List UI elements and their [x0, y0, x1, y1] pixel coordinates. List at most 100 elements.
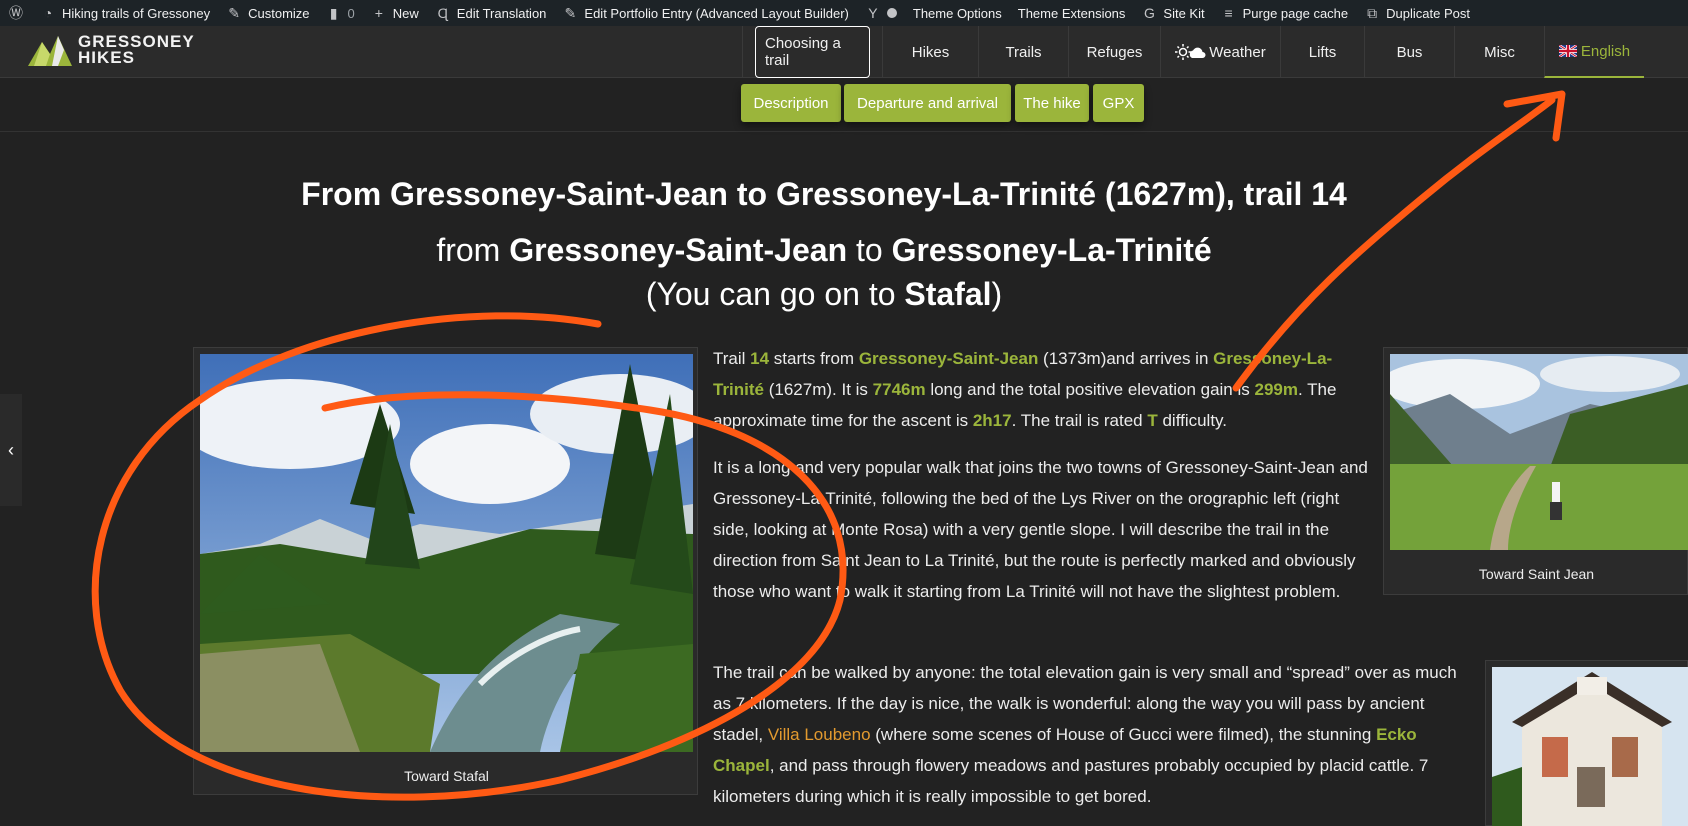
- tab-the-hike[interactable]: The hike: [1015, 84, 1089, 122]
- nav-label: Bus: [1396, 43, 1423, 61]
- admin-purge-cache[interactable]: ≡ Purge page cache: [1213, 0, 1357, 26]
- pencil-icon: ✎: [564, 5, 577, 21]
- admin-site-link[interactable]: ◔ Hiking trails of Gressoney: [32, 0, 218, 26]
- text: , and pass through flowery meadows and p…: [713, 756, 1429, 806]
- description-paragraph: It is a long and very popular walk that …: [713, 458, 1368, 601]
- theme-options-label: Theme Options: [912, 5, 1002, 21]
- meadow-path-photo[interactable]: [1390, 354, 1688, 550]
- wordpress-logo[interactable]: Ⓦ: [0, 0, 32, 26]
- comment-count: 0: [347, 5, 355, 21]
- figure-toward-stafal: Toward Stafal: [193, 347, 698, 795]
- site-header: GRESSONEY HIKES Choosing a trail Hikes T…: [0, 26, 1688, 78]
- google-icon: G: [1143, 5, 1155, 21]
- nav-label: Hikes: [911, 43, 950, 61]
- tab-label: Departure and arrival: [857, 94, 998, 112]
- previous-arrow[interactable]: ‹: [0, 394, 22, 506]
- nav-trails[interactable]: Trails: [978, 26, 1068, 78]
- text: . The trail is rated: [1011, 411, 1148, 430]
- nav-choosing-a-trail[interactable]: Choosing a trail: [742, 26, 882, 78]
- section-tabs: Description Departure and arrival The hi…: [0, 78, 1688, 132]
- tab-label: GPX: [1102, 94, 1135, 112]
- copy-icon: ⧉: [1367, 5, 1378, 21]
- tab-description[interactable]: Description: [741, 84, 841, 122]
- text: difficulty.: [1157, 411, 1228, 430]
- admin-yoast[interactable]: Y: [857, 0, 905, 26]
- figure-caption: Toward Saint Jean: [1478, 566, 1595, 582]
- customize-label: Customize: [248, 5, 310, 21]
- nav-bus[interactable]: Bus: [1364, 26, 1454, 78]
- edit-translation-label: Edit Translation: [456, 5, 547, 21]
- nav-label: Weather: [1209, 43, 1266, 61]
- to-place: Gressoney-La-Trinité: [891, 232, 1212, 268]
- go-on-subtitle: (You can go on to Stafal): [0, 276, 1648, 313]
- trail-length: 7746m: [872, 380, 926, 399]
- figure-caption: Toward Stafal: [404, 768, 489, 784]
- nav-lifts[interactable]: Lifts: [1280, 26, 1364, 78]
- logo-text: GRESSONEY HIKES: [78, 33, 195, 67]
- site-logo[interactable]: GRESSONEY HIKES: [28, 32, 195, 68]
- text: (1373m)and arrives in: [1038, 349, 1214, 368]
- nav-weather[interactable]: Weather: [1160, 26, 1280, 78]
- dashboard-icon: ◔: [43, 5, 53, 21]
- tab-label: The hike: [1023, 94, 1081, 112]
- admin-edit-translation[interactable]: Ɋ Edit Translation: [427, 0, 555, 26]
- nav-hikes[interactable]: Hikes: [882, 26, 978, 78]
- admin-bar: Ⓦ ◔ Hiking trails of Gressoney ✎ Customize…: [0, 0, 1688, 26]
- admin-customize[interactable]: ✎ Customize: [218, 0, 317, 26]
- admin-theme-extensions[interactable]: Theme Extensions: [1010, 0, 1134, 26]
- nav-label: English: [1580, 42, 1631, 60]
- comment-icon: ▮: [329, 5, 338, 21]
- uk-flag-icon: [1558, 45, 1577, 57]
- nav-language-english[interactable]: English: [1544, 26, 1644, 78]
- chapel-photo[interactable]: [1492, 667, 1688, 826]
- river-valley-photo[interactable]: [200, 354, 693, 752]
- admin-new[interactable]: + New: [363, 0, 427, 26]
- edit-portfolio-label: Edit Portfolio Entry (Advanced Layout Bu…: [584, 5, 849, 21]
- details-paragraph: The trail can be walked by anyone: the t…: [713, 657, 1473, 812]
- page-title: From Gressoney-Saint-Jean to Gressoney-L…: [301, 176, 1347, 212]
- admin-comments[interactable]: ▮ 0: [318, 0, 363, 26]
- nav-misc[interactable]: Misc: [1454, 26, 1544, 78]
- tab-departure-arrival[interactable]: Departure and arrival: [844, 84, 1011, 122]
- text: long and the total positive elevation ga…: [925, 380, 1255, 399]
- villa-loubeno-link[interactable]: Villa Loubeno: [768, 725, 871, 744]
- wordpress-icon: Ⓦ: [9, 5, 23, 21]
- route-subtitle: from Gressoney-Saint-Jean to Gressoney-L…: [0, 232, 1648, 269]
- nav-label: Lifts: [1308, 43, 1337, 61]
- chevron-left-icon: ‹: [8, 439, 14, 460]
- nav-label: Refuges: [1086, 43, 1143, 61]
- weather-icon: [1175, 44, 1206, 60]
- site-kit-label: Site Kit: [1163, 5, 1205, 21]
- database-icon: ≡: [1224, 5, 1233, 21]
- seo-status-dot: [886, 8, 897, 18]
- text: Trail: [713, 349, 751, 368]
- go-on-text: (You can go on to: [645, 276, 896, 312]
- main-nav: Choosing a trail Hikes Trails Refuges We…: [742, 26, 1644, 78]
- text: starts from: [769, 349, 859, 368]
- tab-label: Description: [753, 94, 829, 112]
- tab-gpx[interactable]: GPX: [1093, 84, 1144, 122]
- nav-refuges[interactable]: Refuges: [1068, 26, 1160, 78]
- from-word: from: [436, 232, 501, 268]
- nav-label: Misc: [1484, 43, 1515, 61]
- go-on-place: Stafal: [904, 276, 992, 312]
- text: (where some scenes of House of Gucci wer…: [870, 725, 1377, 744]
- to-word: to: [856, 232, 883, 268]
- admin-site-kit[interactable]: G Site Kit: [1133, 0, 1212, 26]
- admin-theme-options[interactable]: Theme Options: [905, 0, 1010, 26]
- trail-summary: Trail 14 starts from Gressoney-Saint-Jea…: [713, 343, 1373, 436]
- admin-edit-portfolio[interactable]: ✎ Edit Portfolio Entry (Advanced Layout B…: [554, 0, 856, 26]
- logo-line2: HIKES: [78, 48, 135, 67]
- nav-label: Choosing a trail: [755, 26, 870, 78]
- purge-label: Purge page cache: [1242, 5, 1349, 21]
- start-place-link[interactable]: Gressoney-Saint-Jean: [859, 349, 1039, 368]
- admin-duplicate-post[interactable]: ⧉ Duplicate Post: [1356, 0, 1478, 26]
- from-place: Gressoney-Saint-Jean: [509, 232, 848, 268]
- mountain-logo-icon: [28, 36, 72, 66]
- difficulty-rating: T: [1147, 411, 1158, 430]
- figure-chapel: [1485, 660, 1688, 826]
- yoast-icon: Y: [868, 5, 878, 21]
- brush-icon: ✎: [228, 5, 240, 21]
- duplicate-label: Duplicate Post: [1386, 5, 1470, 21]
- elevation-gain: 299m: [1254, 380, 1298, 399]
